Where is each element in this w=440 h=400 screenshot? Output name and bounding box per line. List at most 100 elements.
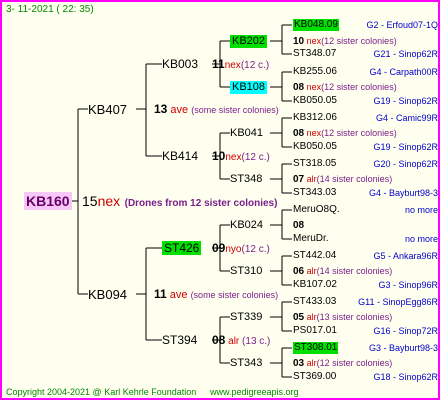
g4-origin-3: G4 - Carpath00R [369, 67, 438, 77]
g4-name-11[interactable]: ST442.04 [293, 250, 336, 262]
gp-1-info: 11nex(12 c.) [212, 58, 269, 72]
gp-4-mark: alr [228, 336, 240, 347]
root-count: 15 [82, 193, 98, 209]
root-info: 15nex (Drones from 12 sister colonies) [82, 194, 277, 211]
g4-name-2[interactable]: ST348.07 [293, 48, 336, 60]
ggp-2-name[interactable]: KB108 [230, 81, 268, 94]
gp-4-name[interactable]: ST394 [162, 333, 197, 347]
g4-origin-5: G4 - Camic99R [375, 113, 438, 123]
ggp-1-name[interactable]: KB202 [230, 35, 268, 48]
g4-origin-4: G19 - Sinop62R [373, 96, 438, 106]
parent-1-name[interactable]: KB407 [88, 102, 127, 117]
g4-name-10[interactable]: MeruDr. [293, 233, 329, 245]
g4-origin-7: G20 - Sinop62R [373, 159, 438, 169]
gp-2-count: 10 [212, 149, 226, 163]
ggp-6-note: (14 sister colonies) [316, 266, 393, 276]
g4-origin-12: G3 - Sinop96R [378, 280, 438, 290]
parent-2-note: (some sister colonies) [190, 290, 279, 300]
g4-origin-2: G21 - Sinop62R [373, 49, 438, 59]
g4-name-4[interactable]: KB050.05 [293, 95, 337, 107]
g4-origin-6: G19 - Sinop62R [373, 142, 438, 152]
ggp-3-name[interactable]: KB041 [230, 127, 263, 140]
ggp-6-count: 06 [293, 266, 305, 277]
ggp-6-mark: alr [306, 266, 317, 276]
g4-name-16[interactable]: ST369.00 [293, 371, 336, 383]
ggp-5-name[interactable]: KB024 [230, 219, 263, 232]
ggp-4-mark: alr [306, 174, 317, 184]
gp-2-info: 10nex(12 c.) [212, 150, 270, 164]
gp-3-name[interactable]: ST426 [162, 241, 202, 255]
parent-2-count: 11 [154, 287, 167, 301]
gp-3-count: 09 [212, 241, 226, 255]
g4-name-9[interactable]: MeruO8Q. [293, 204, 340, 216]
copyright-text: Copyright 2004-2021 @ Karl Kehrle Founda… [6, 387, 197, 397]
print-date: 3- 11-2021 ( 22: 35) [6, 4, 94, 15]
g4-origin-15: G3 - Bayburt98-3 [368, 343, 438, 353]
root-queen-name[interactable]: KB160 [24, 192, 72, 210]
gp-3-info: 09nyo(12 c.) [212, 242, 270, 256]
g4-name-5[interactable]: KB312.06 [293, 112, 337, 124]
pedigree-frame: 3- 11-2021 ( 22: 35) KB160 15nex (Drones… [0, 0, 440, 400]
ggp-8-count: 03 [293, 358, 305, 369]
root-note: (Drones from 12 sister colonies) [124, 198, 278, 209]
ggp-6-name[interactable]: ST310 [230, 265, 262, 278]
parent-2-info: 11 ave (some sister colonies) [154, 288, 278, 301]
ggp-7-note: (13 sister colonies) [316, 312, 393, 322]
gp-1-name[interactable]: KB003 [162, 57, 198, 71]
g4-origin-8: G4 - Bayburt98-3 [368, 188, 438, 198]
parent-1-mark: ave [170, 104, 189, 116]
gp-4-info: 08 alr (13 c.) [212, 334, 270, 348]
ggp-3-note: (12 sister colonies) [321, 128, 397, 138]
g4-name-13[interactable]: ST433.03 [293, 296, 336, 308]
ggp-3-count: 08 [293, 128, 305, 139]
ggp-4-note: (14 sister colonies) [316, 174, 393, 184]
g4-name-8[interactable]: ST343.03 [293, 187, 336, 199]
ggp-2-info: 08 nex(12 sister colonies) [293, 81, 397, 94]
g4-origin-11: G5 - Ankara96R [373, 251, 438, 261]
g4-origin-16: G18 - Sinop62R [373, 372, 438, 382]
ggp-3-info: 08 nex(12 sister colonies) [293, 127, 397, 140]
parent-1-note: (some sister colonies) [191, 105, 279, 115]
gp-3-mark: nyo [225, 244, 242, 255]
gp-1-note: (12 c.) [240, 60, 270, 71]
ggp-2-mark: nex [306, 82, 322, 92]
parent-1-info: 13 ave (some sister colonies) [154, 103, 279, 116]
g4-origin-10: no more [404, 234, 438, 244]
gp-2-mark: nex [225, 152, 242, 163]
ggp-8-info: 03 alr(12 sister colonies) [293, 357, 392, 370]
ggp-4-count: 07 [293, 174, 305, 185]
g4-name-12[interactable]: KB107.02 [293, 279, 337, 291]
g4-name-6[interactable]: KB050.05 [293, 141, 337, 153]
ggp-2-note: (12 sister colonies) [321, 82, 397, 92]
gp-1-mark: nex [224, 60, 241, 71]
gp-2-name[interactable]: KB414 [162, 149, 198, 163]
g4-name-7[interactable]: ST318.05 [293, 158, 336, 170]
ggp-8-note: (12 sister colonies) [316, 358, 393, 368]
ggp-4-name[interactable]: ST348 [230, 173, 262, 186]
ggp-7-mark: alr [306, 312, 317, 322]
ggp-1-count: 10 [293, 36, 305, 47]
gp-2-note: (12 c.) [241, 152, 270, 163]
g4-origin-13: G11 - SinopEgg86R [358, 297, 438, 307]
ggp-1-info: 10 nex(12 sister colonies) [293, 35, 397, 48]
ggp-8-name[interactable]: ST343 [230, 357, 262, 370]
ggp-7-count: 05 [293, 312, 305, 323]
ggp-8-mark: alr [306, 358, 317, 368]
parent-2-mark: ave [169, 289, 188, 301]
ggp-2-count: 08 [293, 82, 305, 93]
ggp-5-info: 08 [293, 219, 304, 232]
g4-name-1[interactable]: KB048.09 [293, 19, 339, 31]
g4-origin-14: G16 - Sinop72R [373, 326, 438, 336]
ggp-1-mark: nex [306, 36, 322, 46]
ggp-7-name[interactable]: ST339 [230, 311, 262, 324]
ggp-7-info: 05 alr(13 sister colonies) [293, 311, 392, 324]
parent-1-count: 13 [154, 102, 168, 116]
parent-2-name[interactable]: KB094 [88, 287, 127, 302]
website-link[interactable]: www.pedigreeapis.org [210, 386, 299, 398]
ggp-5-count: 08 [293, 220, 305, 231]
ggp-4-info: 07 alr(14 sister colonies) [293, 173, 392, 186]
gp-1-count: 11 [212, 57, 225, 71]
g4-name-14[interactable]: PS017.01 [293, 325, 337, 337]
g4-name-15[interactable]: ST308.01 [293, 342, 339, 354]
g4-name-3[interactable]: KB255.06 [293, 66, 337, 78]
